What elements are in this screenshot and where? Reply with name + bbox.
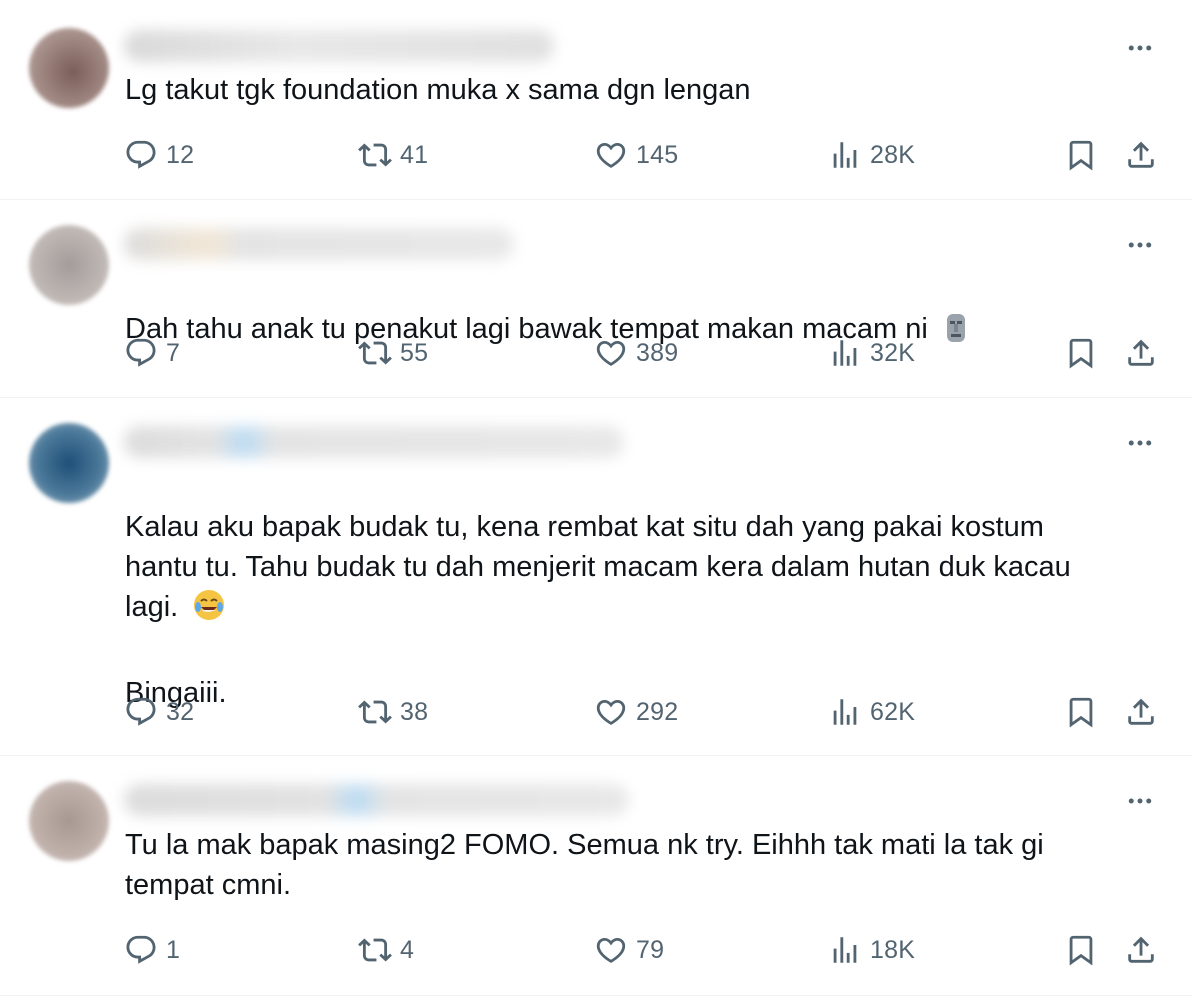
repost-button[interactable]: 4 (358, 932, 414, 968)
more-options-button[interactable] (1122, 227, 1158, 263)
bookmark-button[interactable] (1064, 335, 1098, 371)
share-button[interactable] (1124, 335, 1158, 371)
action-bar: 12 41 145 28K (124, 137, 1164, 173)
views-button[interactable]: 18K (828, 932, 915, 968)
heart-icon (594, 336, 628, 370)
reply-icon (124, 336, 158, 370)
repost-button[interactable]: 55 (358, 335, 428, 371)
reply-count: 12 (166, 140, 195, 169)
bookmark-icon (1064, 933, 1098, 967)
bookmark-icon (1064, 336, 1098, 370)
reply-button[interactable]: 32 (124, 694, 194, 730)
share-button[interactable] (1124, 694, 1158, 730)
like-button[interactable]: 79 (594, 932, 664, 968)
more-options-button[interactable] (1122, 425, 1158, 461)
share-icon (1124, 138, 1158, 172)
tears-of-joy-icon (192, 588, 226, 633)
reply-icon (124, 695, 158, 729)
like-count: 389 (636, 338, 679, 367)
like-count: 292 (636, 697, 679, 726)
more-icon (1125, 428, 1155, 458)
repost-count: 4 (400, 935, 415, 964)
share-button[interactable] (1124, 137, 1158, 173)
reply-icon (124, 138, 158, 172)
reply-button[interactable]: 7 (124, 335, 180, 371)
views-icon (828, 695, 862, 729)
repost-icon (358, 933, 392, 967)
like-count: 145 (636, 140, 679, 169)
repost-button[interactable]: 41 (358, 137, 428, 173)
avatar[interactable] (29, 225, 109, 305)
more-options-button[interactable] (1122, 783, 1158, 819)
reply-count: 7 (166, 338, 181, 367)
action-bar: 1 4 79 18K (124, 932, 1164, 968)
share-icon (1124, 695, 1158, 729)
views-count: 28K (870, 140, 916, 169)
reply-item[interactable]: Tu la mak bapak masing2 FOMO. Semua nk t… (0, 755, 1192, 996)
like-button[interactable]: 145 (594, 137, 678, 173)
reply-icon (124, 933, 158, 967)
views-icon (828, 138, 862, 172)
heart-icon (594, 695, 628, 729)
repost-count: 55 (400, 338, 429, 367)
blurred-username (124, 784, 629, 816)
avatar[interactable] (29, 423, 109, 503)
reply-button[interactable]: 12 (124, 137, 194, 173)
reply-text-body: Kalau aku bapak budak tu, kena rembat ka… (125, 511, 1071, 623)
repost-button[interactable]: 38 (358, 694, 428, 730)
repost-icon (358, 138, 392, 172)
heart-icon (594, 138, 628, 172)
more-options-button[interactable] (1122, 30, 1158, 66)
reply-count: 1 (166, 935, 181, 964)
bookmark-icon (1064, 138, 1098, 172)
like-count: 79 (636, 935, 665, 964)
bookmark-button[interactable] (1064, 137, 1098, 173)
reply-item[interactable]: Kalau aku bapak budak tu, kena rembat ka… (0, 397, 1192, 756)
like-button[interactable]: 389 (594, 335, 678, 371)
reply-item[interactable]: Lg takut tgk foundation muka x sama dgn … (0, 0, 1192, 200)
views-button[interactable]: 28K (828, 137, 915, 173)
reply-text: Tu la mak bapak masing2 FOMO. Semua nk t… (125, 829, 1044, 901)
reply-text: Lg takut tgk foundation muka x sama dgn … (125, 74, 751, 106)
action-bar: 7 55 389 32K (124, 335, 1164, 371)
views-button[interactable]: 32K (828, 335, 915, 371)
bookmark-button[interactable] (1064, 694, 1098, 730)
repost-count: 38 (400, 697, 429, 726)
views-count: 62K (870, 697, 916, 726)
reply-text: Kalau aku bapak budak tu, kena rembat ka… (125, 467, 1145, 713)
bookmark-icon (1064, 695, 1098, 729)
more-icon (1125, 786, 1155, 816)
repost-icon (358, 695, 392, 729)
views-count: 18K (870, 935, 916, 964)
reply-button[interactable]: 1 (124, 932, 180, 968)
bookmark-button[interactable] (1064, 932, 1098, 968)
heart-icon (594, 933, 628, 967)
views-button[interactable]: 62K (828, 694, 915, 730)
share-button[interactable] (1124, 932, 1158, 968)
avatar[interactable] (29, 28, 109, 108)
blurred-username (124, 426, 624, 458)
like-button[interactable]: 292 (594, 694, 678, 730)
blurred-username (124, 30, 554, 62)
avatar[interactable] (29, 781, 109, 861)
views-count: 32K (870, 338, 916, 367)
repost-count: 41 (400, 140, 429, 169)
views-icon (828, 933, 862, 967)
more-icon (1125, 33, 1155, 63)
action-bar: 32 38 292 62K (124, 694, 1164, 730)
reply-thread: Lg takut tgk foundation muka x sama dgn … (0, 0, 1192, 1000)
repost-icon (358, 336, 392, 370)
views-icon (828, 336, 862, 370)
reply-count: 32 (166, 697, 195, 726)
reply-item[interactable]: Dah tahu anak tu penakut lagi bawak temp… (0, 199, 1192, 398)
share-icon (1124, 933, 1158, 967)
share-icon (1124, 336, 1158, 370)
blurred-username (124, 228, 514, 260)
more-icon (1125, 230, 1155, 260)
